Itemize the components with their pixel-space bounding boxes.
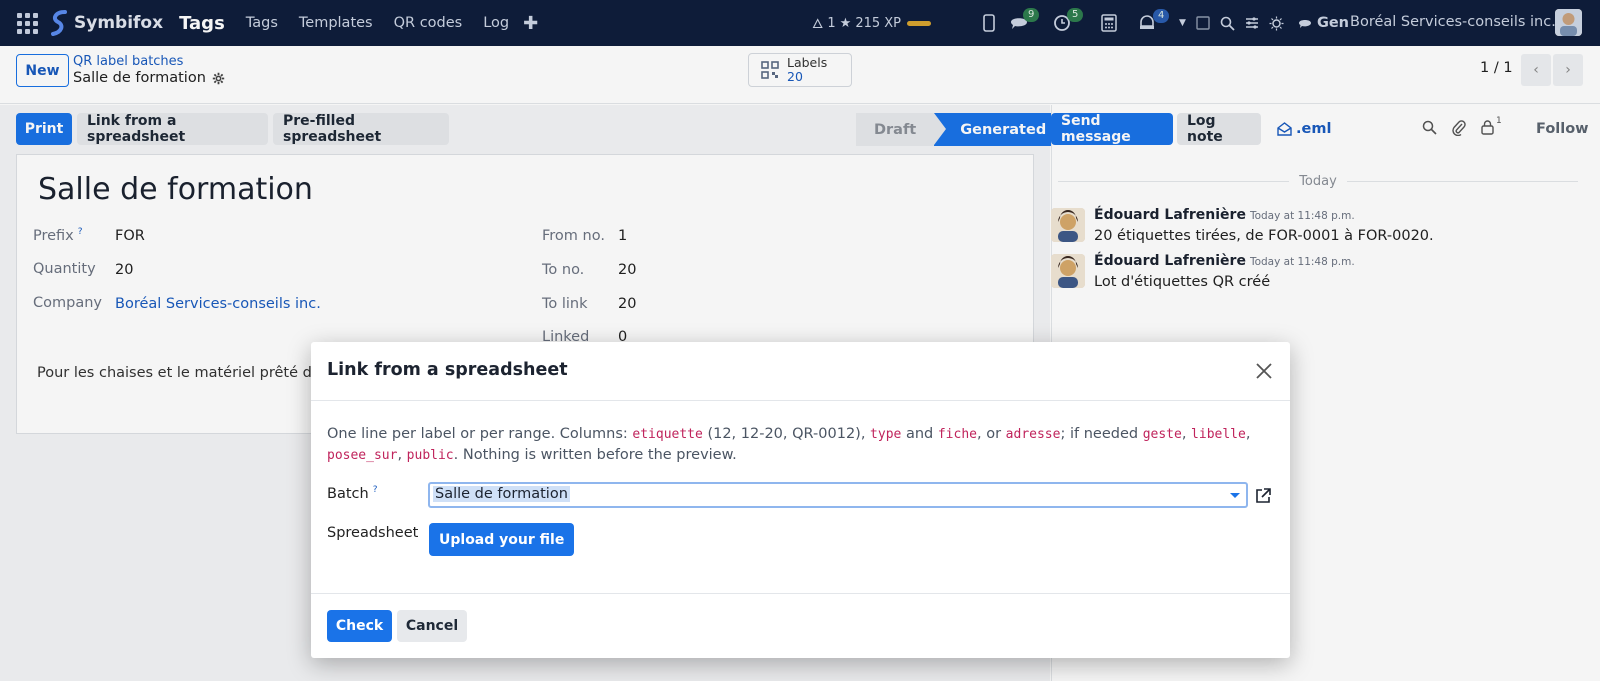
batch-select-value: Salle de formation — [433, 486, 570, 502]
code-public: public — [406, 448, 454, 463]
batch-select[interactable]: Salle de formation — [428, 482, 1248, 508]
code-geste: geste — [1142, 427, 1182, 442]
dialog-footer: Check Cancel — [311, 593, 1290, 658]
code-adresse: adresse — [1005, 427, 1061, 442]
caret-down-icon[interactable] — [1230, 493, 1240, 498]
link-spreadsheet-dialog: Link from a spreadsheet One line per lab… — [311, 342, 1290, 658]
cancel-button[interactable]: Cancel — [397, 610, 467, 642]
dialog-instructions: One line per label or per range. Columns… — [327, 426, 1251, 463]
dialog-header: Link from a spreadsheet — [311, 342, 1290, 401]
upload-file-button[interactable]: Upload your file — [429, 523, 575, 556]
code-posee-sur: posee_sur — [327, 448, 398, 463]
help-icon[interactable]: ? — [373, 485, 378, 495]
close-icon[interactable] — [1254, 361, 1274, 381]
code-type: type — [870, 427, 902, 442]
code-libelle: libelle — [1191, 427, 1246, 442]
check-button[interactable]: Check — [327, 610, 392, 642]
batch-label: Batch? — [327, 485, 378, 502]
code-fiche: fiche — [937, 427, 977, 442]
external-link-icon[interactable] — [1254, 487, 1272, 505]
spreadsheet-label: Spreadsheet — [327, 525, 419, 541]
dialog-title: Link from a spreadsheet — [327, 360, 568, 380]
code-etiquette: etiquette — [632, 427, 703, 442]
